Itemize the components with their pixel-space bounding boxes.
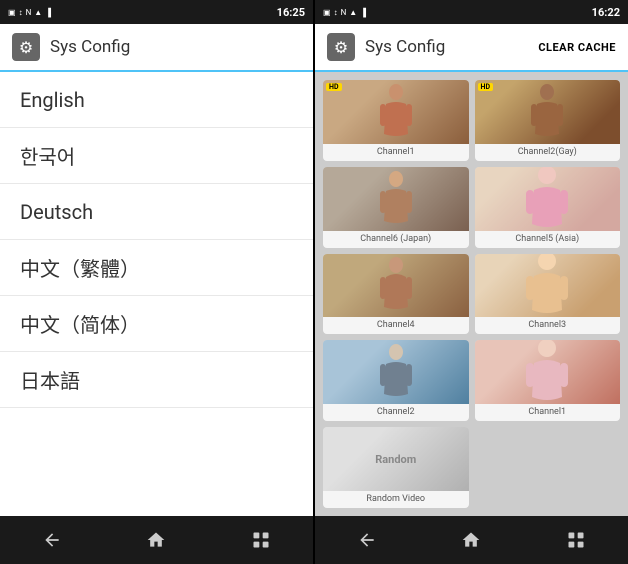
figure-7 bbox=[376, 344, 416, 404]
phone-1: ▣ ↕ N ▲ ▐ 16:25 ⚙ Sys Config English 한국어… bbox=[0, 0, 313, 564]
wifi-icon-2: ▲ bbox=[349, 8, 357, 17]
nfc-icon-2: N bbox=[341, 8, 347, 17]
signal-icon: ▐ bbox=[45, 8, 51, 17]
channel-card-6japan[interactable]: Channel6 (Japan) bbox=[323, 167, 469, 248]
data-icon-2: ↕ bbox=[334, 8, 338, 17]
channel-grid: HD Channel1 HD bbox=[315, 72, 628, 516]
channel-thumb-4 bbox=[323, 254, 469, 318]
app-icon-1: ⚙ bbox=[12, 33, 40, 61]
gear-icon-2: ⚙ bbox=[334, 38, 348, 57]
app-bar-1: ⚙ Sys Config bbox=[0, 24, 313, 72]
channel-label-2gay: Channel2(Gay) bbox=[475, 144, 621, 161]
channel-card-5asia[interactable]: Channel5 (Asia) bbox=[475, 167, 621, 248]
figure-3 bbox=[376, 171, 416, 231]
figure-8 bbox=[522, 340, 572, 404]
hd-badge-1: HD bbox=[326, 83, 342, 91]
channel-thumb-2gay: HD bbox=[475, 80, 621, 144]
app-icon-2: ⚙ bbox=[327, 33, 355, 61]
app-bar-2: ⚙ Sys Config CLEAR CACHE bbox=[315, 24, 628, 72]
status-time-2: 16:22 bbox=[592, 6, 620, 19]
figure-1 bbox=[376, 84, 416, 144]
nav-bar-1 bbox=[0, 516, 313, 564]
channel-label-6japan: Channel6 (Japan) bbox=[323, 231, 469, 248]
app-title-1: Sys Config bbox=[50, 37, 301, 57]
channel-thumb-2 bbox=[323, 340, 469, 404]
lang-item-korean[interactable]: 한국어 bbox=[0, 128, 313, 184]
random-label-thumb: Random bbox=[375, 453, 416, 466]
channel-card-3[interactable]: Channel3 bbox=[475, 254, 621, 335]
channel-card-random[interactable]: Random Random Video bbox=[323, 427, 469, 508]
lang-item-simplified-chinese[interactable]: 中文（简体） bbox=[0, 296, 313, 352]
channel-thumb-1: HD bbox=[323, 80, 469, 144]
home-button-2[interactable] bbox=[449, 518, 493, 562]
nav-bar-2 bbox=[315, 516, 628, 564]
sim-icon: ▣ bbox=[8, 8, 16, 17]
status-time-1: 16:25 bbox=[277, 6, 305, 19]
app-title-2: Sys Config bbox=[365, 37, 528, 57]
channel-thumb-random: Random bbox=[323, 427, 469, 491]
nfc-icon: N bbox=[26, 8, 32, 17]
clear-cache-button[interactable]: CLEAR CACHE bbox=[538, 41, 616, 54]
left-status-icons-2: ▣ ↕ N ▲ ▐ bbox=[323, 8, 366, 17]
language-list: English 한국어 Deutsch 中文（繁體） 中文（简体） 日本語 bbox=[0, 72, 313, 516]
status-bar-1: ▣ ↕ N ▲ ▐ 16:25 bbox=[0, 0, 313, 24]
channel-card-1[interactable]: HD Channel1 bbox=[323, 80, 469, 161]
status-bar-2: ▣ ↕ N ▲ ▐ 16:22 bbox=[315, 0, 628, 24]
channel-card-2[interactable]: Channel2 bbox=[323, 340, 469, 421]
wifi-icon: ▲ bbox=[34, 8, 42, 17]
gear-icon-1: ⚙ bbox=[19, 38, 33, 57]
lang-item-japanese[interactable]: 日本語 bbox=[0, 352, 313, 408]
channel-label-1: Channel1 bbox=[323, 144, 469, 161]
back-button-2[interactable] bbox=[345, 518, 389, 562]
recents-button-1[interactable] bbox=[239, 518, 283, 562]
channel-label-3: Channel3 bbox=[475, 317, 621, 334]
channel-thumb-3 bbox=[475, 254, 621, 318]
lang-item-english[interactable]: English bbox=[0, 72, 313, 128]
figure-2 bbox=[527, 84, 567, 144]
sim-icon-2: ▣ bbox=[323, 8, 331, 17]
figure-4 bbox=[522, 167, 572, 231]
channel-label-random: Random Video bbox=[323, 491, 469, 508]
channel-label-4: Channel4 bbox=[323, 317, 469, 334]
channel-label-2: Channel2 bbox=[323, 404, 469, 421]
lang-item-traditional-chinese[interactable]: 中文（繁體） bbox=[0, 240, 313, 296]
recents-button-2[interactable] bbox=[554, 518, 598, 562]
figure-6 bbox=[522, 254, 572, 318]
data-icon: ↕ bbox=[19, 8, 23, 17]
hd-badge-2: HD bbox=[478, 83, 494, 91]
channel-card-2gay[interactable]: HD Channel2(Gay) bbox=[475, 80, 621, 161]
left-status-icons: ▣ ↕ N ▲ ▐ bbox=[8, 8, 51, 17]
phone-2: ▣ ↕ N ▲ ▐ 16:22 ⚙ Sys Config CLEAR CACHE… bbox=[315, 0, 628, 564]
signal-icon-2: ▐ bbox=[360, 8, 366, 17]
channel-label-5asia: Channel5 (Asia) bbox=[475, 231, 621, 248]
back-button-1[interactable] bbox=[30, 518, 74, 562]
channel-thumb-5asia bbox=[475, 167, 621, 231]
lang-item-deutsch[interactable]: Deutsch bbox=[0, 184, 313, 240]
channel-card-4[interactable]: Channel4 bbox=[323, 254, 469, 335]
channel-thumb-1b bbox=[475, 340, 621, 404]
channel-label-1b: Channel1 bbox=[475, 404, 621, 421]
channel-card-1b[interactable]: Channel1 bbox=[475, 340, 621, 421]
home-button-1[interactable] bbox=[134, 518, 178, 562]
figure-5 bbox=[376, 257, 416, 317]
channel-thumb-6japan bbox=[323, 167, 469, 231]
